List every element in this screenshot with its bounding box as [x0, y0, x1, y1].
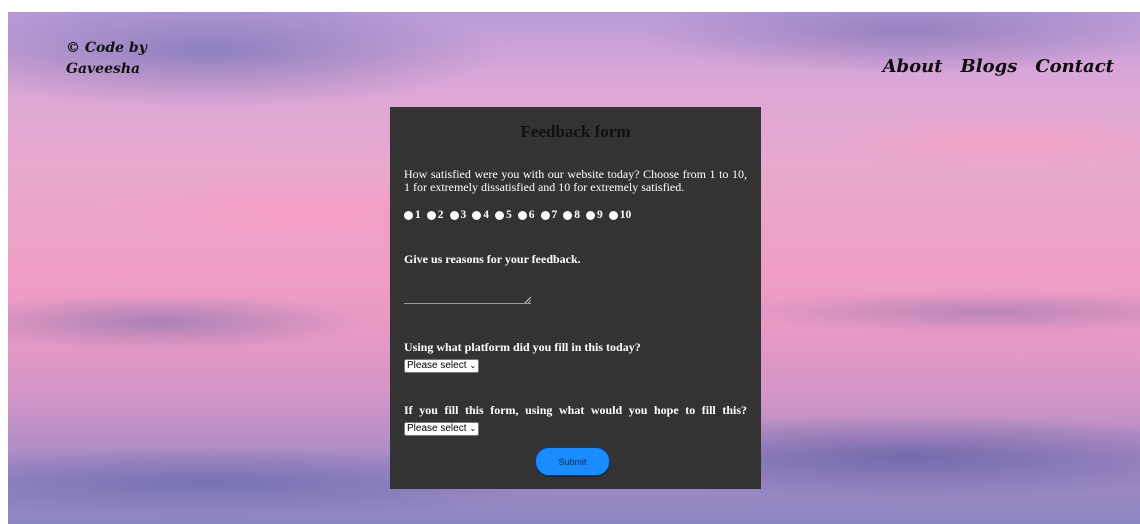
rating-option-7[interactable]: 7 [540, 209, 557, 221]
brand-line-1: © Code by [66, 40, 147, 56]
radio-icon[interactable] [608, 210, 618, 220]
rating-option-3[interactable]: 3 [449, 209, 466, 221]
chevron-down-icon: ⌄ [469, 423, 477, 433]
nav-contact-link[interactable]: Contact [1035, 56, 1114, 77]
question-reasons: Give us reasons for your feedback. [404, 252, 581, 266]
rating-option-1[interactable]: 1 [404, 209, 421, 221]
top-nav: About Blogs Contact [883, 56, 1114, 77]
future-platform-select[interactable]: Please select ⌄ [404, 421, 480, 436]
rating-option-6[interactable]: 6 [517, 209, 535, 221]
radio-icon[interactable] [404, 210, 413, 220]
nav-blogs-link[interactable]: Blogs [961, 56, 1018, 77]
question-future-platform: If you fill this form, using what would … [404, 403, 747, 417]
rating-option-8[interactable]: 8 [563, 209, 580, 221]
radio-icon[interactable] [586, 210, 595, 220]
rating-option-4[interactable]: 4 [472, 209, 489, 221]
rating-option-9[interactable]: 9 [586, 209, 603, 221]
question-satisfaction: How satisfied were you with our website … [404, 167, 747, 194]
rating-option-10[interactable]: 10 [608, 209, 631, 221]
radio-icon[interactable] [540, 210, 550, 220]
platform-select[interactable]: Please select ⌄ [404, 358, 480, 373]
form-title: Feedback form [520, 122, 631, 141]
chevron-down-icon: ⌄ [469, 360, 477, 370]
radio-icon[interactable] [472, 210, 482, 220]
rating-option-2[interactable]: 2 [426, 209, 444, 221]
radio-icon[interactable] [517, 210, 527, 220]
rating-option-5[interactable]: 5 [495, 209, 512, 221]
radio-icon[interactable] [495, 210, 504, 220]
page-background: © Code by Gaveesha About Blogs Contact F… [8, 12, 1140, 524]
rating-radio-group: 1 2 3 4 5 6 7 8 9 10 [404, 209, 747, 221]
reasons-textarea[interactable] [404, 293, 531, 304]
question-platform: Using what platform did you fill in this… [404, 340, 641, 354]
resize-handle-icon[interactable] [525, 297, 531, 303]
feedback-form: Feedback form How satisfied were you wit… [390, 107, 761, 489]
radio-icon[interactable] [449, 210, 459, 220]
submit-button[interactable]: Submit [535, 447, 610, 476]
brand-logo: © Code by Gaveesha [66, 38, 156, 80]
radio-icon[interactable] [426, 210, 436, 220]
nav-about-link[interactable]: About [883, 56, 943, 77]
brand-line-2: Gaveesha [66, 61, 141, 77]
radio-icon[interactable] [563, 210, 573, 220]
